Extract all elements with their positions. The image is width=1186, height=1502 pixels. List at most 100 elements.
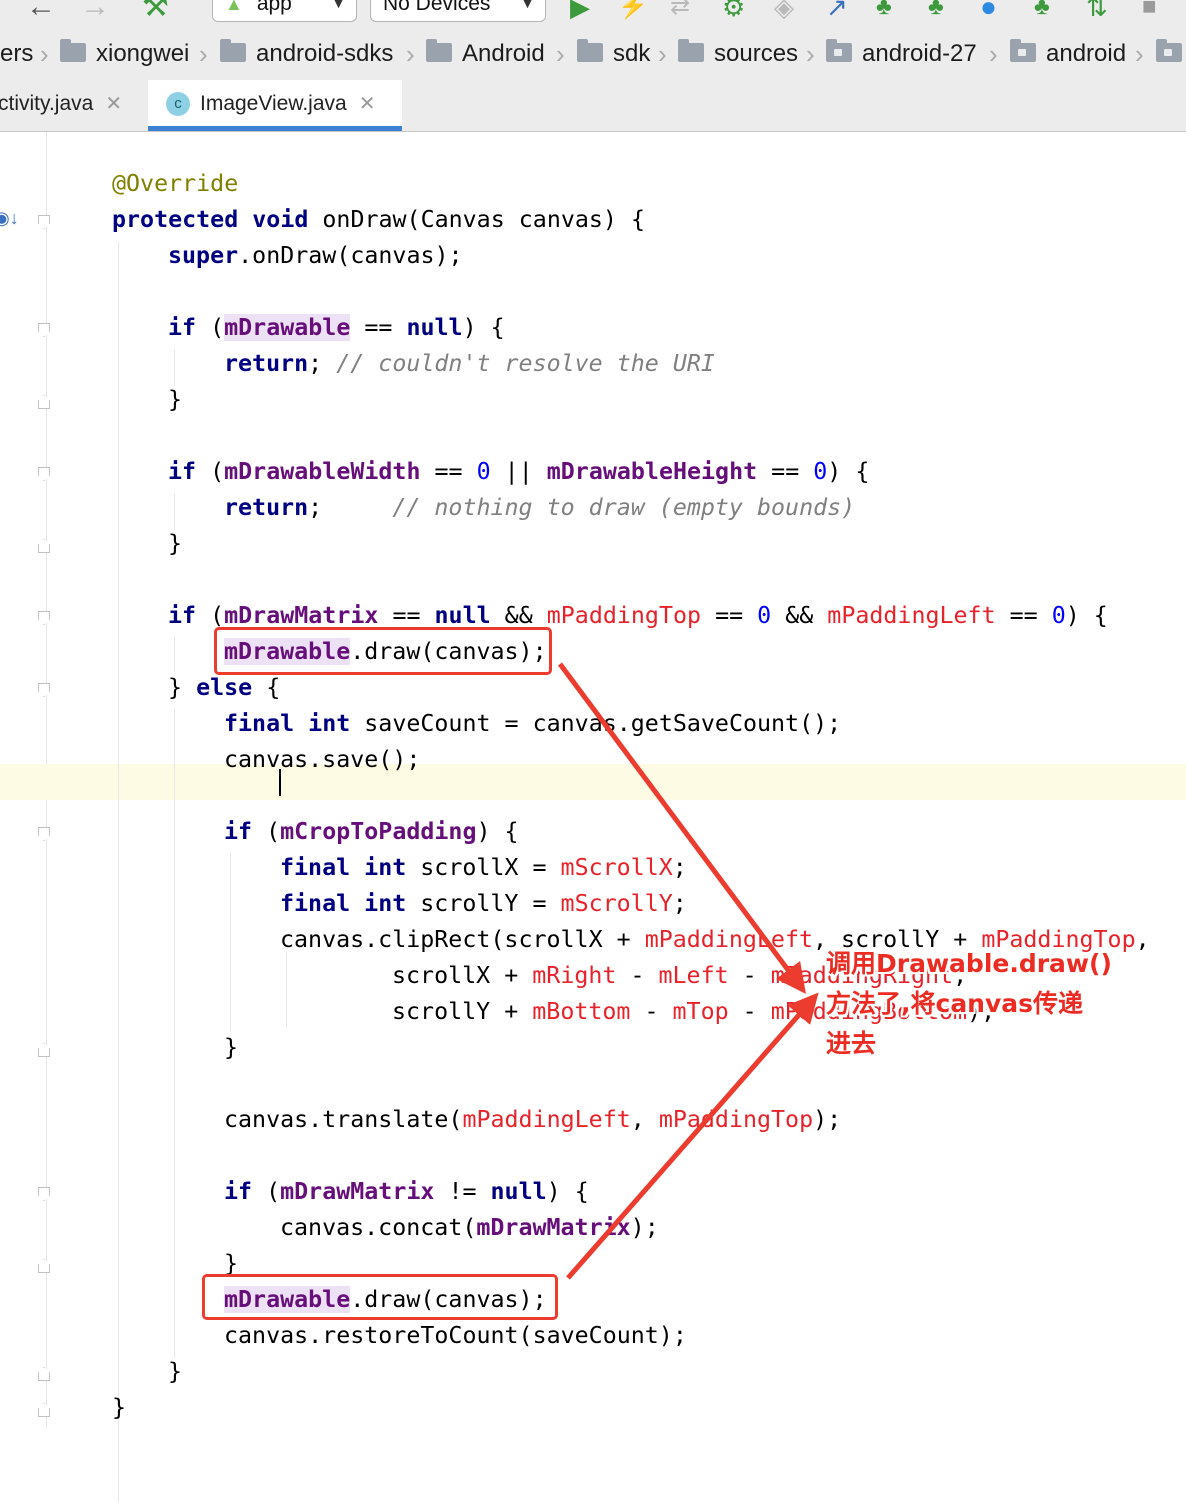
build-hammer-icon[interactable]: ⚒ <box>142 0 169 22</box>
apply-code-changes-icon[interactable]: ⇄ <box>670 0 690 22</box>
fold-marker-icon[interactable] <box>38 683 50 697</box>
highlight-box-draw-call-2 <box>202 1274 558 1320</box>
text-caret <box>279 769 281 796</box>
chevron-right-icon: › <box>989 39 998 69</box>
android-icon: ▲ <box>225 0 243 14</box>
code-line: } <box>224 1034 239 1061</box>
indent-guide <box>286 952 287 1028</box>
indent-guide <box>174 636 175 672</box>
code-line: canvas.restoreToCount(saveCount); <box>224 1322 687 1349</box>
current-line-highlight <box>0 764 1186 800</box>
forward-arrow-icon[interactable]: → <box>80 0 110 22</box>
package-icon <box>1156 39 1182 62</box>
code-line: if (mDrawMatrix != null) { <box>224 1178 589 1205</box>
run-config-label: app <box>256 0 292 15</box>
indent-guide <box>174 708 175 1358</box>
breadcrumb-item[interactable]: sdk <box>577 30 650 80</box>
code-line: } else { <box>168 674 281 701</box>
chevron-down-icon: ▼ <box>331 0 346 12</box>
indent-guide <box>174 350 175 386</box>
code-line: return; // nothing to draw (empty bounds… <box>224 494 856 521</box>
code-line: protected void onDraw(Canvas canvas) { <box>112 206 645 233</box>
code-line: if (mDrawableWidth == 0 || mDrawableHeig… <box>168 458 870 485</box>
apply-changes-icon[interactable]: ⚡ <box>618 0 648 22</box>
fold-marker-icon[interactable] <box>38 1403 50 1417</box>
jira-icon[interactable]: ♣ <box>1034 0 1050 22</box>
code-line: return; // couldn't resolve the URI <box>224 350 715 377</box>
folder-icon <box>577 39 603 62</box>
run-icon[interactable]: ▶ <box>570 0 590 22</box>
sdk-manager-icon[interactable]: ■ <box>1142 0 1157 22</box>
main-toolbar: ← → ⚒ ▲ app ▼ No Devices ▼ ▶ ⚡ ⇄ ⚙ ◈ ↗ ♣ … <box>0 0 1186 30</box>
code-line: final int scrollY = mScrollY; <box>280 890 687 917</box>
class-icon: c <box>166 92 190 116</box>
chevron-right-icon: › <box>199 39 208 69</box>
code-line: } <box>168 1358 183 1385</box>
code-editor[interactable]: ◉↓ @Override protected void onDraw(Canva… <box>0 132 1186 1502</box>
breadcrumb-item[interactable]: Android <box>426 30 545 80</box>
chevron-right-icon: › <box>406 39 415 69</box>
code-line: final int scrollX = mScrollX; <box>280 854 687 881</box>
indent-guide <box>230 852 231 1032</box>
package-icon <box>1010 39 1036 62</box>
fold-marker-icon[interactable] <box>38 215 50 229</box>
code-line: final int saveCount = canvas.getSaveCoun… <box>224 710 842 737</box>
fold-marker-icon[interactable] <box>38 395 50 409</box>
jira-icon[interactable]: ♣ <box>876 0 892 22</box>
folder-icon <box>60 39 86 62</box>
code-line: @Override <box>112 170 239 197</box>
close-icon[interactable]: ✕ <box>105 93 122 115</box>
fold-marker-icon[interactable] <box>38 467 50 481</box>
code-line: if (mDrawable == null) { <box>168 314 505 341</box>
device-select[interactable]: No Devices ▼ <box>370 0 546 22</box>
tab-imageview-java[interactable]: c ImageView.java ✕ <box>148 80 402 131</box>
breadcrumb-item[interactable]: ers <box>0 30 33 80</box>
chevron-right-icon: › <box>40 39 49 69</box>
jira-icon[interactable]: ♣ <box>928 0 944 22</box>
chevron-right-icon: › <box>556 39 565 69</box>
folder-icon <box>426 39 452 62</box>
breadcrumb: ers › xiongwei › android-sdks › Android … <box>0 30 1186 80</box>
indent-guide <box>118 242 119 1502</box>
annotation-note: 调用Drawable.draw() 方法了,将canvas传递 进去 <box>826 949 1112 1058</box>
fold-marker-icon[interactable] <box>38 827 50 841</box>
breadcrumb-item[interactable]: android-27 <box>826 30 977 80</box>
folder-icon <box>678 39 704 62</box>
breadcrumb-item[interactable] <box>1156 30 1186 80</box>
breadcrumb-item[interactable]: sources <box>678 30 798 80</box>
close-icon[interactable]: ✕ <box>359 93 376 115</box>
code-line: } <box>112 1394 127 1421</box>
code-line: canvas.concat(mDrawMatrix); <box>280 1214 659 1241</box>
chevron-right-icon: › <box>1135 39 1144 69</box>
sync-icon[interactable]: ⇅ <box>1086 0 1108 22</box>
fold-marker-icon[interactable] <box>38 1043 50 1057</box>
breadcrumb-item[interactable]: xiongwei <box>60 30 189 80</box>
fold-marker-icon[interactable] <box>38 1187 50 1201</box>
tab-activity-java[interactable]: ctivity.java ✕ <box>0 80 148 131</box>
back-arrow-icon[interactable]: ← <box>26 0 56 22</box>
fold-marker-icon[interactable] <box>38 1367 50 1381</box>
fold-marker-icon[interactable] <box>38 539 50 553</box>
editor-tabs: ctivity.java ✕ c ImageView.java ✕ <box>0 80 1186 132</box>
bug-icon[interactable]: ⚙ <box>722 0 745 22</box>
package-icon <box>826 39 852 62</box>
chevron-down-icon: ▼ <box>520 0 535 12</box>
breadcrumb-item[interactable]: android-sdks <box>220 30 393 80</box>
info-icon[interactable]: ● <box>980 0 997 22</box>
highlight-box-draw-call-1 <box>214 627 552 675</box>
run-config-select[interactable]: ▲ app ▼ <box>212 0 357 22</box>
code-line: canvas.save(); <box>224 746 421 773</box>
chevron-right-icon: › <box>806 39 815 69</box>
breadcrumb-item[interactable]: android <box>1010 30 1126 80</box>
override-method-icon[interactable]: ◉↓ <box>0 208 19 229</box>
attach-debugger-icon[interactable]: ↗ <box>826 0 848 22</box>
indent-guide <box>174 494 175 530</box>
chevron-right-icon: › <box>658 39 667 69</box>
profile-icon[interactable]: ◈ <box>774 0 794 22</box>
code-line: canvas.translate(mPaddingLeft, mPaddingT… <box>224 1106 842 1133</box>
code-line: } <box>168 530 183 557</box>
fold-marker-icon[interactable] <box>38 611 50 625</box>
fold-marker-icon[interactable] <box>38 1259 50 1273</box>
device-label: No Devices <box>383 0 491 15</box>
fold-marker-icon[interactable] <box>38 323 50 337</box>
